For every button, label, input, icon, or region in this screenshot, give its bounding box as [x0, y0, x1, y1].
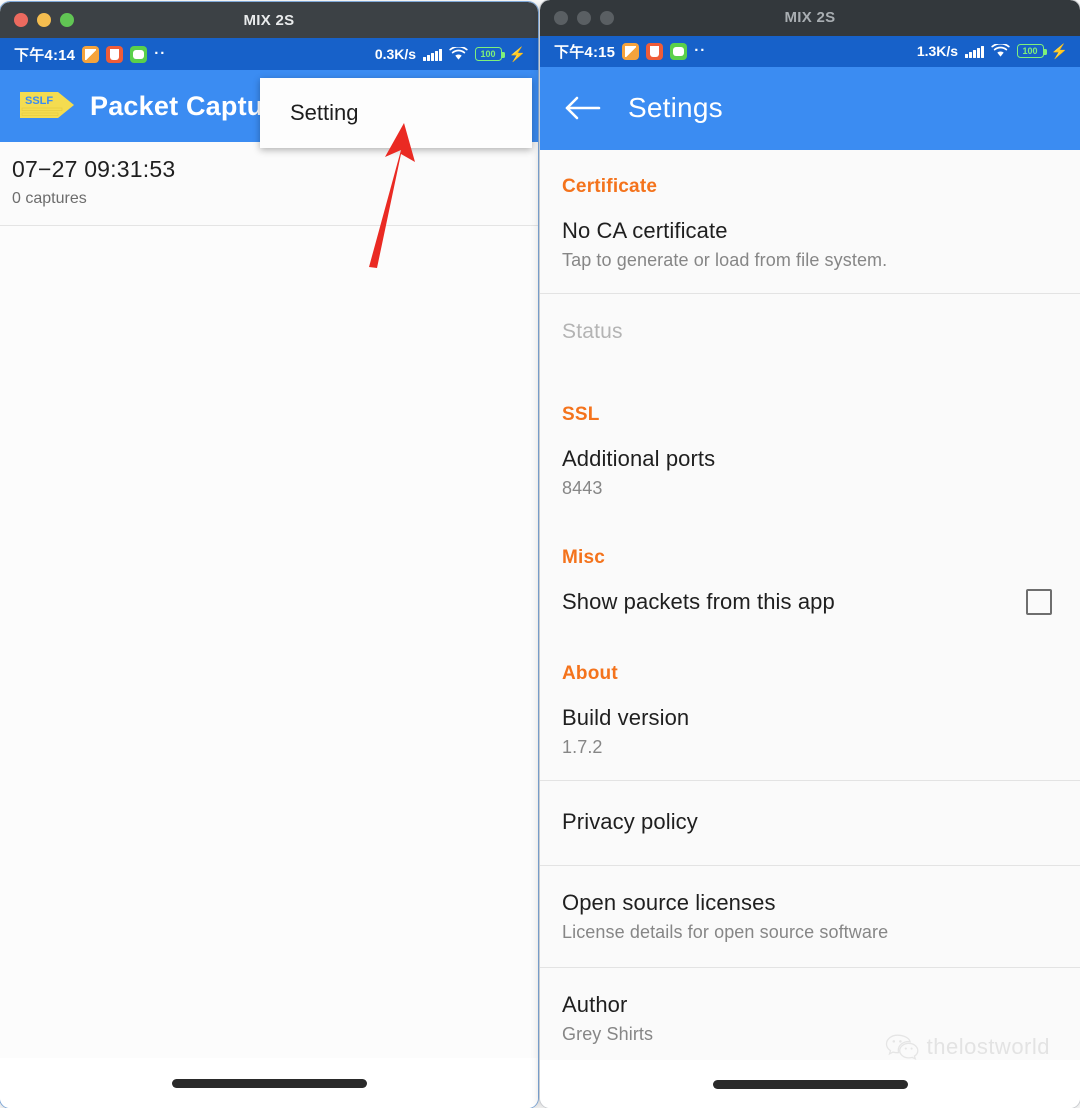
row-title: Privacy policy	[562, 808, 698, 834]
row-title: Show packets from this app	[562, 588, 835, 614]
row-title: Additional ports	[562, 445, 716, 471]
window-title-left: MIX 2S	[243, 11, 295, 29]
wifi-icon	[990, 44, 1010, 58]
row-title: Author	[562, 991, 628, 1017]
row-subtitle: Tap to generate or load from file system…	[562, 249, 888, 270]
overflow-menu-popup[interactable]: Setting	[260, 78, 532, 148]
window-titlebar-right[interactable]: MIX 2S	[540, 0, 1080, 36]
phone-window-left: MIX 2S 下午4:14 ·· 0.3K/s 100 ⚡ SSLF Packe…	[0, 2, 538, 1108]
app-bar-right: Setings	[540, 67, 1080, 150]
settings-row-privacy-policy[interactable]: Privacy policy	[540, 781, 1080, 865]
charging-bolt-icon: ⚡	[508, 45, 526, 62]
home-indicator-left[interactable]	[171, 1078, 367, 1088]
settings-row-ca-certificate[interactable]: No CA certificate Tap to generate or loa…	[540, 198, 1080, 293]
status-empty-spacer	[540, 344, 1080, 378]
row-title: No CA certificate	[562, 217, 728, 243]
status-overflow-icon: ··	[154, 45, 167, 62]
status-clock-right: 下午4:15	[554, 43, 616, 61]
settings-row-show-packets[interactable]: Show packets from this app	[540, 569, 1080, 637]
svg-text:SSLF: SSLF	[25, 95, 53, 107]
status-clock-left: 下午4:14	[14, 46, 76, 64]
signal-bars-icon	[423, 48, 442, 61]
capture-timestamp: 07−27 09:31:53	[12, 156, 176, 182]
row-subtitle: License details for open source software	[562, 921, 889, 942]
section-header-ssl: SSL	[562, 403, 600, 425]
section-header-misc: Misc	[562, 546, 606, 568]
row-title: Open source licenses	[562, 889, 776, 915]
menu-item-setting[interactable]: Setting	[290, 100, 359, 126]
capture-list-item[interactable]: 07−27 09:31:53 0 captures	[0, 142, 538, 226]
battery-level-right: 100	[1022, 45, 1038, 56]
battery-icon: 100	[474, 47, 505, 61]
section-header-certificate: Certificate	[562, 175, 658, 197]
wifi-icon	[448, 47, 468, 60]
capture-count: 0 captures	[12, 190, 87, 207]
android-status-bar-left: 下午4:14 ·· 0.3K/s 100 ⚡	[0, 38, 538, 70]
row-title: Build version	[562, 704, 690, 730]
row-subtitle: Grey Shirts	[562, 1023, 654, 1044]
sslf-arrow-logo: SSLF	[20, 92, 74, 118]
window-titlebar-left[interactable]: MIX 2S	[0, 2, 538, 38]
row-subtitle: 1.7.2	[562, 736, 603, 757]
note-app-icon	[622, 42, 640, 60]
android-status-bar-right: 下午4:15 ·· 1.3K/s 100 ⚡	[540, 35, 1080, 68]
section-header-status: Status	[562, 319, 623, 343]
alarm-app-icon	[646, 42, 664, 60]
screenshot-root: MIX 2S 下午4:14 ·· 0.3K/s 100 ⚡ SSLF Packe…	[0, 0, 1080, 1108]
android-app-icon	[670, 42, 688, 60]
row-subtitle: 8443	[562, 477, 603, 498]
back-arrow-icon[interactable]	[562, 91, 602, 125]
alarm-app-icon	[106, 45, 124, 63]
home-indicator-area-left	[0, 1058, 538, 1108]
note-app-icon	[82, 45, 100, 63]
battery-icon: 100	[1016, 44, 1047, 59]
network-speed-right: 1.3K/s	[916, 43, 959, 60]
charging-bolt-icon: ⚡	[1050, 42, 1068, 59]
home-indicator-right[interactable]	[712, 1079, 908, 1089]
settings-list[interactable]: Certificate No CA certificate Tap to gen…	[540, 149, 1080, 1061]
settings-page-title: Setings	[628, 92, 723, 124]
status-overflow-icon: ··	[694, 42, 707, 60]
show-packets-checkbox[interactable]	[1026, 588, 1052, 615]
window-title-right: MIX 2S	[784, 9, 836, 27]
network-speed-left: 0.3K/s	[374, 46, 417, 62]
android-app-icon	[130, 45, 148, 63]
capture-list-empty-area	[0, 226, 538, 1058]
settings-row-author[interactable]: Author Grey Shirts	[540, 968, 1080, 1061]
settings-row-open-source-licenses[interactable]: Open source licenses License details for…	[540, 866, 1080, 967]
signal-bars-icon	[965, 45, 984, 58]
settings-row-additional-ports[interactable]: Additional ports 8443	[540, 426, 1080, 521]
settings-row-build-version: Build version 1.7.2	[540, 685, 1080, 780]
section-header-about: About	[562, 662, 618, 684]
battery-level-left: 100	[480, 48, 496, 59]
home-indicator-area-right	[540, 1060, 1080, 1108]
capture-list: 07−27 09:31:53 0 captures	[0, 142, 538, 226]
phone-window-right: MIX 2S 下午4:15 ·· 1.3K/s 100 ⚡ Setings Ce…	[540, 0, 1080, 1108]
